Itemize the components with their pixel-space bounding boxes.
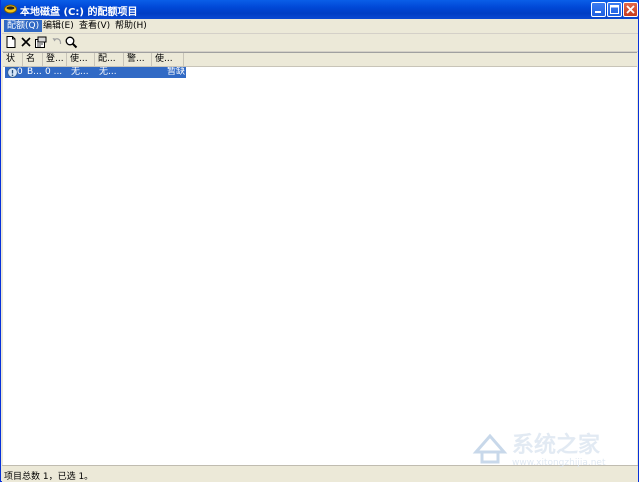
list-column-headers: 状 名 登... 使... 配... 警... 使... <box>3 53 637 67</box>
title-bar[interactable]: 本地磁盘 (C:) 的配额项目 <box>1 0 638 19</box>
find-icon <box>65 36 78 49</box>
maximize-icon <box>610 5 619 14</box>
find-button[interactable] <box>64 35 78 49</box>
cell-percent-used: 暂缺 <box>167 67 186 77</box>
column-header-warning-level[interactable]: 警... <box>124 53 152 66</box>
maximize-button[interactable] <box>607 2 622 17</box>
column-header-percent-used[interactable]: 使... <box>152 53 184 66</box>
delete-icon <box>21 37 31 47</box>
cell-login-name: 0 ... <box>45 67 63 77</box>
cell-quota-limit: 无... <box>99 67 117 77</box>
column-header-amount-used[interactable]: 使... <box>67 53 95 66</box>
cell-status: 0 <box>17 67 23 77</box>
column-header-login-name[interactable]: 登... <box>43 53 67 66</box>
table-row[interactable]: 0 B... 0 ... 无... 无... 暂缺 <box>5 67 186 78</box>
minimize-button[interactable] <box>591 2 606 17</box>
menu-edit[interactable]: 编辑(E) <box>40 20 77 32</box>
quota-entries-window: 本地磁盘 (C:) 的配额项目 配额(Q) 编辑(E) 查看(V) 帮助(H) <box>0 0 639 482</box>
quota-entries-list[interactable]: 状 名 登... 使... 配... 警... 使... 0 B... 0 ..… <box>3 52 637 465</box>
cell-name: B... <box>27 67 42 77</box>
delete-button[interactable] <box>19 35 33 49</box>
column-header-name[interactable]: 名 <box>23 53 43 66</box>
watermark-logo: 系统之家 www.xitongzhijia.net <box>472 432 606 468</box>
close-icon <box>626 5 635 14</box>
cell-amount-used: 无... <box>71 67 89 77</box>
properties-icon <box>35 36 47 48</box>
menu-quota[interactable]: 配额(Q) <box>4 20 43 32</box>
properties-button[interactable] <box>34 35 48 49</box>
menu-bar: 配额(Q) 编辑(E) 查看(V) 帮助(H) <box>2 19 638 34</box>
new-quota-entry-icon <box>6 36 16 48</box>
status-text: 项目总数 1，已选 1。 <box>4 472 94 482</box>
column-header-status[interactable]: 状 <box>3 53 23 66</box>
undo-button[interactable] <box>50 35 64 49</box>
close-button[interactable] <box>623 2 638 17</box>
toolbar <box>2 34 638 52</box>
watermark-text: 系统之家 <box>512 432 601 458</box>
new-quota-entry-button[interactable] <box>4 35 18 49</box>
undo-icon <box>52 38 62 45</box>
menu-help[interactable]: 帮助(H) <box>112 20 150 32</box>
menu-view[interactable]: 查看(V) <box>76 20 113 32</box>
minimize-icon <box>595 11 601 13</box>
column-header-quota-limit[interactable]: 配... <box>95 53 124 66</box>
disk-app-icon <box>4 4 17 14</box>
window-title: 本地磁盘 (C:) 的配额项目 <box>20 7 138 18</box>
watermark-url: www.xitongzhijia.net <box>512 458 606 468</box>
